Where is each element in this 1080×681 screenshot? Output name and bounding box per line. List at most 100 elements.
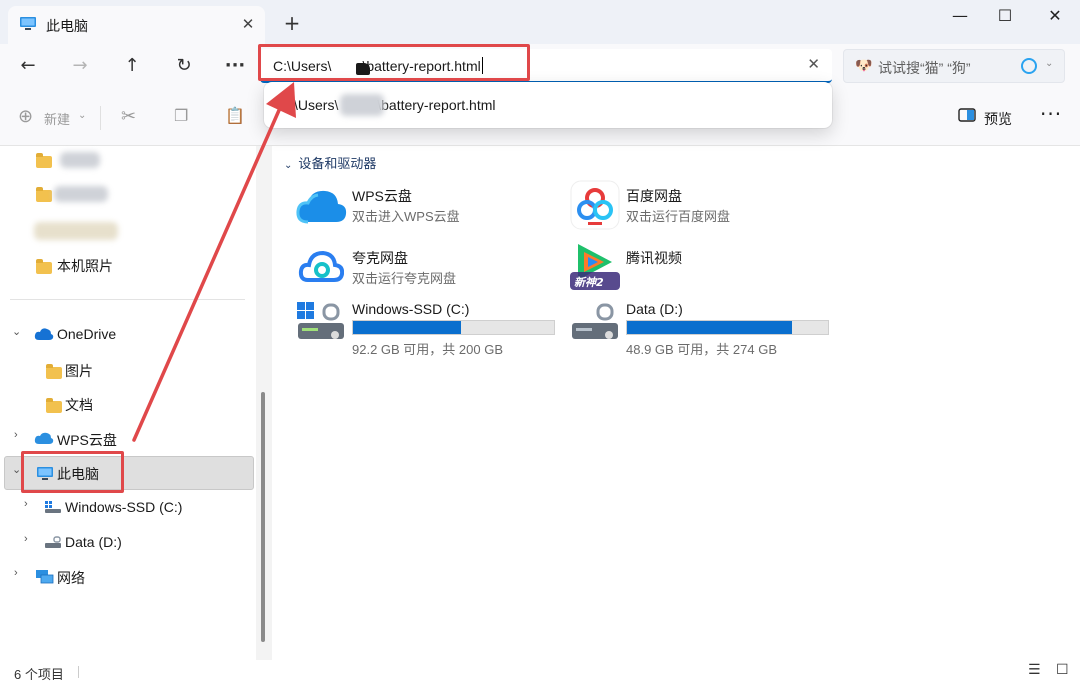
new-icon: ⊕ xyxy=(18,106,34,127)
more-nav-button[interactable]: ··· xyxy=(221,52,249,80)
sidebar-item-label: 图片 xyxy=(65,363,93,379)
sidebar-item-wps-cloud[interactable]: › WPS云盘 xyxy=(10,424,240,454)
up-button[interactable]: ↑ xyxy=(118,52,146,80)
paste-icon[interactable]: 📋 xyxy=(225,106,245,125)
sidebar-scrollbar-thumb[interactable] xyxy=(261,392,265,642)
suggestion-item[interactable]: \Users\ \battery-report.html xyxy=(294,97,496,113)
device-subtitle: 双击进入WPS云盘 xyxy=(352,209,460,224)
close-tab-icon[interactable]: ✕ xyxy=(237,13,259,35)
sidebar-divider xyxy=(10,299,245,300)
folder-icon xyxy=(36,153,52,168)
sidebar-item-label: 本机照片 xyxy=(57,258,113,274)
tiles-view-icon[interactable]: ☐ xyxy=(1056,662,1069,678)
sidebar-item-blurred[interactable] xyxy=(34,146,234,176)
device-subtitle: 双击运行夸克网盘 xyxy=(352,271,457,286)
device-name: WPS云盘 xyxy=(352,188,412,204)
sidebar-item-label: 文档 xyxy=(65,397,93,413)
device-name: 夸克网盘 xyxy=(352,250,408,266)
chevron-down-icon[interactable]: ⌄ xyxy=(1045,58,1053,69)
chevron-right-icon[interactable]: › xyxy=(14,567,18,579)
more-commands-button[interactable]: ··· xyxy=(1040,102,1062,126)
search-box[interactable]: 🐶 试试搜“猫” “狗” ⌄ xyxy=(843,49,1065,83)
tencent-video-icon: 新神2 xyxy=(568,240,622,296)
copy-icon[interactable]: ❐ xyxy=(174,106,188,125)
redacted-label xyxy=(34,222,118,240)
drive-name: Windows-SSD (C:) xyxy=(352,301,470,317)
sidebar-item-onedrive-documents[interactable]: 文档 xyxy=(44,389,244,419)
sidebar-item-drive-c[interactable]: › Windows-SSD (C:) xyxy=(20,493,250,523)
chevron-down-icon[interactable]: ⌄ xyxy=(12,325,21,338)
new-button[interactable]: 新建 xyxy=(44,109,70,128)
sidebar-item-network[interactable]: › 网络 xyxy=(10,562,240,592)
tab-this-pc[interactable]: 此电脑 ✕ xyxy=(8,6,265,44)
monitor-icon xyxy=(19,16,37,36)
chevron-down-icon: ⌄ xyxy=(284,160,293,171)
chevron-right-icon[interactable]: › xyxy=(14,429,18,441)
forward-button[interactable]: → xyxy=(66,52,94,80)
device-name: 百度网盘 xyxy=(626,188,682,204)
device-tencent-video[interactable]: 新神2 腾讯视频 xyxy=(570,244,830,292)
close-window-button[interactable]: ✕ xyxy=(1040,4,1070,28)
drive-usage-bar xyxy=(352,320,555,335)
search-placeholder: 试试搜“猫” “狗” xyxy=(878,60,971,76)
sidebar-item-onedrive-pictures[interactable]: 图片 xyxy=(44,355,244,385)
redacted-label xyxy=(54,186,108,202)
clear-address-icon[interactable]: ✕ xyxy=(807,55,820,73)
this-pc-highlight-box xyxy=(21,451,124,493)
redacted-label xyxy=(60,152,100,168)
refresh-button[interactable]: ↻ xyxy=(170,52,198,80)
new-dropdown-icon[interactable]: ⌄ xyxy=(78,110,86,121)
sidebar-item-blurred[interactable] xyxy=(34,216,234,246)
data-drive-icon xyxy=(570,301,620,349)
redacted-username xyxy=(340,94,384,116)
section-title: 设备和驱动器 xyxy=(298,156,377,171)
minimize-button[interactable]: — xyxy=(945,4,975,28)
separator xyxy=(78,666,79,678)
sidebar-item-local-photos[interactable]: 本机照片 xyxy=(34,250,234,280)
ai-search-icon[interactable] xyxy=(1021,58,1037,74)
sidebar-item-onedrive[interactable]: ⌄ OneDrive xyxy=(10,320,240,350)
dog-icon: 🐶 xyxy=(855,58,873,74)
device-wps-cloud[interactable]: WPS云盘 双击进入WPS云盘 xyxy=(296,186,556,230)
folder-icon xyxy=(36,259,52,274)
address-suggestion-dropdown: \Users\ \battery-report.html xyxy=(264,82,832,128)
onedrive-cloud-icon xyxy=(34,327,54,344)
sidebar-item-label: Windows-SSD (C:) xyxy=(65,499,183,515)
sidebar-item-drive-d[interactable]: › Data (D:) xyxy=(20,528,250,558)
data-drive-icon xyxy=(44,536,62,552)
details-view-icon[interactable]: ☰ xyxy=(1028,662,1041,678)
drive-free-space: 92.2 GB 可用，共 200 GB xyxy=(352,342,504,357)
network-icon xyxy=(35,569,54,588)
back-button[interactable]: ← xyxy=(14,52,42,80)
status-bar: 6 个项目 ☰ ☐ xyxy=(0,660,1080,681)
chevron-right-icon[interactable]: › xyxy=(24,533,28,545)
address-highlight-box xyxy=(258,44,530,81)
sidebar-item-blurred[interactable] xyxy=(34,180,234,210)
preview-button[interactable]: 预览 xyxy=(958,108,1012,127)
cut-icon[interactable]: ✂ xyxy=(121,106,136,127)
sidebar-item-label: 网络 xyxy=(57,570,85,586)
folder-icon xyxy=(36,187,52,202)
quark-netdisk-icon xyxy=(298,246,345,290)
title-bar: 此电脑 ✕ + — ☐ ✕ xyxy=(0,0,1080,44)
device-baidu-netdisk[interactable]: 百度网盘 双击运行百度网盘 xyxy=(570,180,830,230)
maximize-button[interactable]: ☐ xyxy=(990,4,1020,28)
device-quark-netdisk[interactable]: 夸克网盘 双击运行夸克网盘 xyxy=(296,248,556,292)
svg-text:新神2: 新神2 xyxy=(574,276,604,289)
separator xyxy=(100,106,101,130)
sidebar-item-label: Data (D:) xyxy=(65,534,122,550)
sidebar-item-label: WPS云盘 xyxy=(57,432,117,448)
drive-usage-fill xyxy=(627,321,793,334)
windows-drive-icon xyxy=(296,301,346,349)
new-tab-button[interactable]: + xyxy=(279,10,305,36)
chevron-down-icon[interactable]: ⌄ xyxy=(12,463,21,476)
preview-label: 预览 xyxy=(984,111,1012,127)
drive-c-tile[interactable]: Windows-SSD (C:) 92.2 GB 可用，共 200 GB xyxy=(296,301,558,357)
section-header-devices[interactable]: ⌄ 设备和驱动器 xyxy=(284,153,376,172)
folder-icon xyxy=(46,364,62,379)
tab-title: 此电脑 xyxy=(46,19,88,35)
wps-cloud-icon xyxy=(34,432,54,448)
drive-d-tile[interactable]: Data (D:) 48.9 GB 可用，共 274 GB xyxy=(570,301,832,357)
chevron-right-icon[interactable]: › xyxy=(24,498,28,510)
wps-cloud-icon xyxy=(296,186,348,230)
